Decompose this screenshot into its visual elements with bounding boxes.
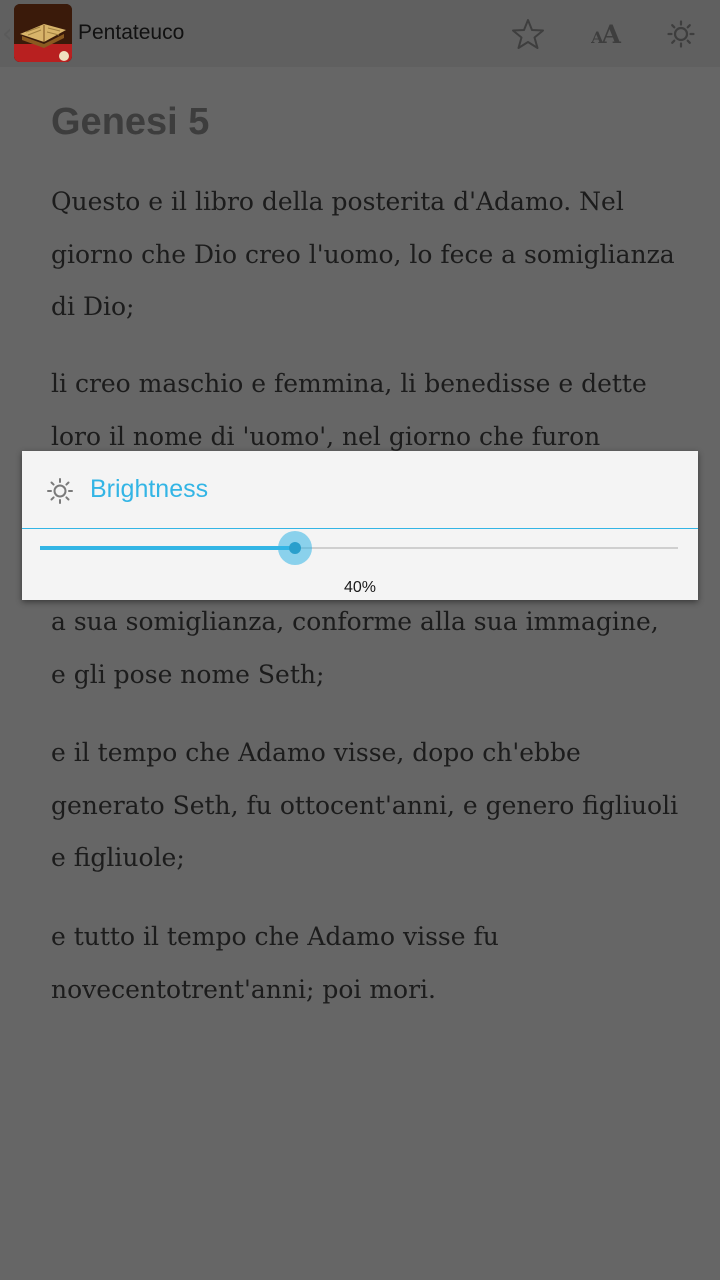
verse-paragraph: a sua somiglianza, conforme alla sua imm… <box>51 607 659 689</box>
bible-book-icon[interactable] <box>14 4 72 62</box>
chapter-title: Genesi 5 <box>51 101 210 143</box>
dialog-header: Brightness <box>22 451 698 529</box>
dialog-title: Brightness <box>90 475 209 503</box>
slider-thumb[interactable] <box>278 531 312 565</box>
brightness-value: 40% <box>343 579 377 596</box>
verse-paragraph: li creo maschio e femmina, li benedisse … <box>51 369 647 451</box>
brightness-slider[interactable] <box>40 531 680 565</box>
verse-paragraph: e il tempo che Adamo visse, dopo ch'ebbe… <box>51 738 679 872</box>
app-title: Pentateuco <box>78 21 185 44</box>
verse-paragraph: e tutto il tempo che Adamo visse fu nove… <box>51 922 499 1004</box>
brightness-dialog: Brightness 40% <box>22 451 698 600</box>
up-caret-icon[interactable]: ‹ <box>2 20 12 48</box>
slider-fill <box>40 546 295 550</box>
verse-paragraph: Questo e il libro della posterita d'Adam… <box>51 187 675 321</box>
brightness-icon <box>46 477 74 505</box>
star-outline-icon[interactable] <box>508 14 548 54</box>
reader-screen: ‹ Pentateuco AA Genesi 5 Questo e il lib… <box>0 0 720 1280</box>
action-bar: ‹ Pentateuco AA <box>0 0 720 67</box>
brightness-icon[interactable] <box>661 14 701 54</box>
chapter-content: Genesi 5 Questo e il libro della posteri… <box>51 96 681 1004</box>
font-size-icon[interactable]: AA <box>585 14 625 54</box>
